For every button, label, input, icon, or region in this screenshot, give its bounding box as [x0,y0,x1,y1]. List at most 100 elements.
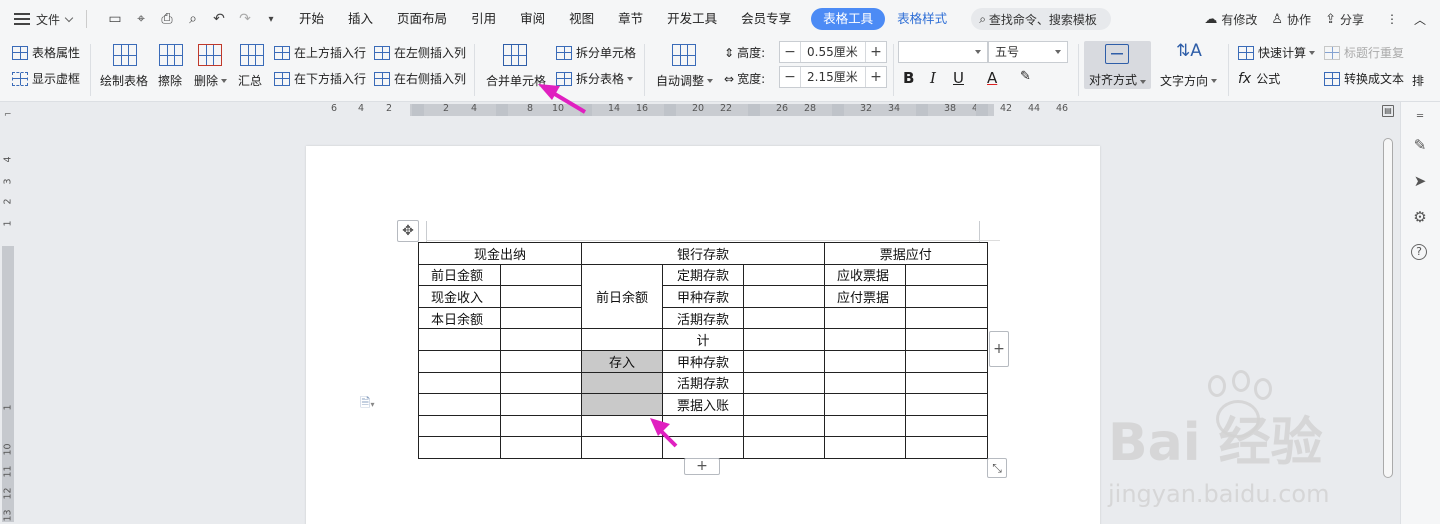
auto-fit-button[interactable]: 自动调整 [656,72,714,89]
more-icon[interactable]: ⋮ [1386,12,1398,26]
table-cell[interactable] [824,306,906,330]
save-icon[interactable]: ▭ [107,11,123,27]
table-cell[interactable]: 现金收入 [418,285,501,308]
table-cell[interactable] [499,263,582,287]
erase-button[interactable]: 擦除 [158,72,182,89]
height-stepper[interactable]: − 0.55厘米 + [779,41,887,63]
search-box[interactable]: ⌕ 查找命令、搜索模板 [971,8,1112,30]
ruler-column-marker[interactable] [496,104,508,116]
bold-button[interactable]: B [903,69,914,87]
tab-view[interactable]: 视图 [557,8,606,30]
table-cell[interactable] [824,371,906,395]
panel-handle-icon[interactable]: ═ [1411,108,1429,126]
table-cell[interactable] [662,436,744,459]
table-cell[interactable] [743,349,825,373]
table-cell[interactable] [905,393,988,416]
tab-insert[interactable]: 插入 [336,8,385,30]
paragraph-marker-icon[interactable]: 🗎▾ [360,394,374,416]
table-cell[interactable] [499,393,582,416]
width-stepper[interactable]: − 2.15厘米 + [779,66,887,88]
table-cell[interactable]: 应付票据 [824,285,906,308]
table-cell[interactable]: 银行存款 [581,242,825,265]
insert-above-button[interactable]: 在上方插入行 [274,44,366,61]
table-cell[interactable]: 现金出纳 [418,242,582,265]
table-cell[interactable]: 甲种存款 [662,349,744,373]
vertical-scrollbar[interactable] [1380,122,1396,524]
underline-button[interactable]: U [953,69,964,87]
table-cell[interactable] [905,306,988,330]
repeat-header-button[interactable]: 标题行重复 [1324,44,1404,61]
print-icon[interactable]: ⎙ [159,11,175,27]
tab-developer[interactable]: 开发工具 [655,8,729,30]
collab-button[interactable]: ♙ 协作 [1271,11,1311,28]
undo-icon[interactable]: ↶ [211,11,227,27]
table-cell[interactable] [743,436,825,459]
table-cell[interactable] [905,285,988,308]
table-cell[interactable] [824,328,906,351]
table-cell[interactable]: 前日余额 [581,263,663,330]
delete-button[interactable]: 删除 [194,72,228,89]
tab-table-tools[interactable]: 表格工具 [811,8,886,30]
edit-icon[interactable]: ✎ [1411,136,1429,154]
table-cell[interactable] [905,414,988,438]
table-cell[interactable]: 本日余额 [418,306,501,330]
show-gridlines-button[interactable]: 显示虚框 [12,70,80,87]
table-cell[interactable] [418,414,501,438]
italic-button[interactable]: I [930,69,936,87]
ruler-column-marker[interactable] [832,104,844,116]
table-cell[interactable] [905,328,988,351]
width-minus-button[interactable]: − [780,67,800,87]
table-cell[interactable] [581,328,663,351]
scrollbar-thumb[interactable] [1383,138,1393,478]
table-cell[interactable]: 计 [662,328,744,351]
table-move-handle[interactable]: ✥ [397,220,419,242]
more-quick-icon[interactable]: ▾ [263,11,279,27]
table-cell[interactable]: 活期存款 [662,371,744,395]
format-painter-icon[interactable]: ⌖ [133,11,149,27]
table-cell[interactable] [418,349,501,373]
quick-calc-button[interactable]: 快速计算 [1238,44,1316,61]
font-color-button[interactable]: A [987,69,997,87]
table-cell[interactable] [824,436,906,459]
summary-button[interactable]: 汇总 [238,72,262,89]
help-icon[interactable]: ? [1411,244,1427,260]
ruler-toggle-icon[interactable]: ▤ [1382,105,1394,117]
draw-table-button[interactable]: 绘制表格 [100,72,148,89]
height-minus-button[interactable]: − [780,42,800,62]
table-cell[interactable] [824,349,906,373]
document-table[interactable]: 现金出纳 银行存款 票据应付 前日金额 前日余额 定期存款 应收票据 现金收入 甲种存款 应付票据… [418,242,988,459]
table-cell[interactable] [824,393,906,416]
ruler-column-marker[interactable] [580,104,592,116]
height-plus-button[interactable]: + [866,42,886,62]
insert-below-button[interactable]: 在下方插入行 [274,70,366,87]
redo-icon[interactable]: ↷ [237,11,253,27]
table-cell[interactable]: 前日金额 [418,263,501,287]
table-cell[interactable]: 票据应付 [824,242,988,265]
table-cell[interactable] [499,349,582,373]
table-cell[interactable] [743,414,825,438]
table-cell[interactable]: 存入 [581,349,663,373]
align-button[interactable]: 对齐方式 [1084,41,1151,89]
table-cell[interactable] [905,371,988,395]
menu-icon[interactable] [14,13,30,25]
insert-left-button[interactable]: 在左侧插入列 [374,44,466,61]
table-cell[interactable] [499,328,582,351]
add-column-button[interactable]: + [989,331,1009,367]
table-cell[interactable] [418,436,501,459]
table-cell[interactable] [824,414,906,438]
formula-button[interactable]: fx 公式 [1238,70,1280,87]
table-cell[interactable] [743,306,825,330]
table-cell[interactable]: 活期存款 [662,306,744,330]
ruler-column-marker[interactable] [664,104,676,116]
table-cell[interactable] [662,414,744,438]
tab-table-style[interactable]: 表格样式 [885,8,959,30]
collapse-ribbon-icon[interactable]: ︿ [1414,11,1426,28]
text-direction-button[interactable]: 文字方向 [1160,72,1218,89]
height-input[interactable]: 0.55厘米 [800,42,866,62]
add-row-button[interactable]: + [684,458,720,475]
highlight-icon[interactable]: ✎ [1020,69,1031,84]
ruler-column-marker[interactable] [412,104,424,116]
table-cell[interactable] [743,263,825,287]
table-cell[interactable] [418,328,501,351]
share-button[interactable]: ⇪ 分享 [1325,11,1364,28]
